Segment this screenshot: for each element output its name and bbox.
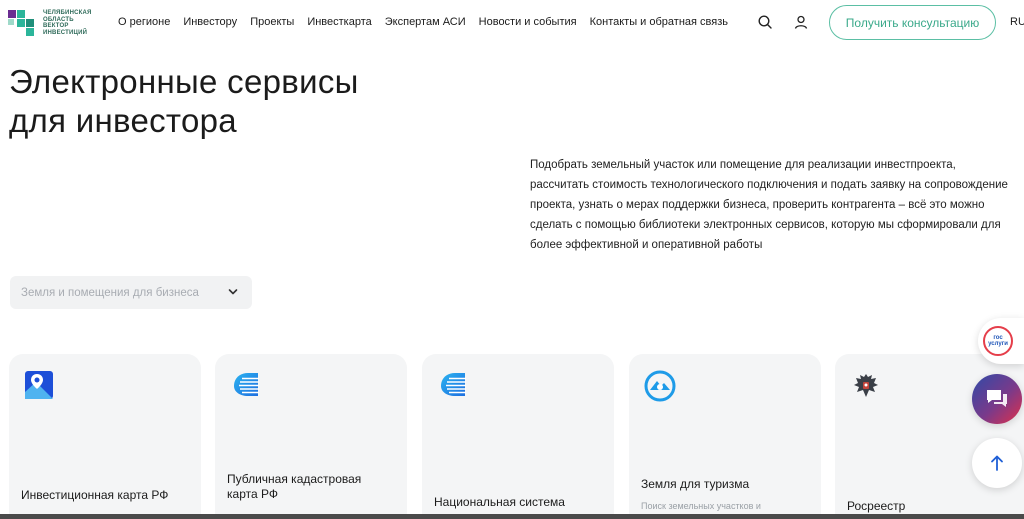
logo[interactable]: ЧЕЛЯБИНСКАЯ ОБЛАСТЬ ВЕКТОР ИНВЕСТИЦИЙ (8, 7, 108, 39)
page-title: Электронные сервисы для инвестора (9, 62, 359, 140)
search-icon[interactable] (757, 14, 773, 30)
user-icon[interactable] (793, 14, 809, 30)
gosuslugi-label: гос услуги (988, 335, 1008, 347)
logo-line: ИНВЕСТИЦИЙ (43, 29, 88, 36)
nav-item-news[interactable]: Новости и события (479, 16, 577, 28)
layers-icon (437, 370, 467, 400)
scroll-top-button[interactable] (972, 438, 1022, 488)
chat-icon (987, 390, 1007, 407)
service-card-title: Инвестиционная карта РФ (21, 488, 169, 502)
get-consultation-button[interactable]: Получить консультацию (829, 5, 996, 40)
service-card-title: Национальная система (434, 495, 565, 509)
gosuslugi-button[interactable]: гос услуги (978, 318, 1024, 364)
service-card-cadastral-map[interactable]: Публичная кадастровая карта РФ (215, 354, 407, 519)
chat-button[interactable] (972, 374, 1022, 424)
service-card-tourism-land[interactable]: Земля для туризма Поиск земельных участк… (629, 354, 821, 519)
nav-item-projects[interactable]: Проекты (250, 16, 294, 28)
logo-line: ЧЕЛЯБИНСКАЯ (43, 10, 92, 16)
service-card-investmap[interactable]: Инвестиционная карта РФ (9, 354, 201, 519)
layers-icon (230, 370, 260, 400)
page-description: Подобрать земельный участок или помещени… (530, 159, 1008, 251)
nav-item-region[interactable]: О регионе (118, 16, 170, 28)
service-card-title: Росреестр (847, 499, 906, 513)
service-card-title: Земля для туризма (641, 477, 750, 491)
site-header: ЧЕЛЯБИНСКАЯ ОБЛАСТЬ ВЕКТОР ИНВЕСТИЦИЙ О … (0, 0, 1024, 44)
category-select-value: Земля и помещения для бизнеса (21, 286, 199, 299)
page-title-line: Электронные сервисы (9, 63, 359, 100)
tourism-icon (644, 370, 676, 402)
window-bottom-edge (0, 514, 1024, 519)
gosuslugi-icon: гос услуги (983, 326, 1013, 356)
logo-mark-icon (8, 10, 34, 36)
arrow-up-icon (991, 455, 1003, 471)
nav-item-asi-experts[interactable]: Экспертам АСИ (385, 16, 466, 28)
map-pin-icon (24, 370, 54, 400)
nav-item-investmap[interactable]: Инвесткарта (307, 16, 371, 28)
main-nav: О регионе Инвестору Проекты Инвесткарта … (118, 16, 728, 28)
page-title-line: для инвестора (9, 102, 237, 139)
nav-item-contacts[interactable]: Контакты и обратная связь (590, 16, 728, 28)
logo-text: ЧЕЛЯБИНСКАЯ ОБЛАСТЬ ВЕКТОР ИНВЕСТИЦИЙ (43, 10, 92, 36)
service-card-national-system[interactable]: Национальная система (422, 354, 614, 519)
nav-item-investor[interactable]: Инвестору (183, 16, 237, 28)
category-select[interactable]: Земля и помещения для бизнеса (10, 276, 252, 309)
emblem-icon (850, 370, 880, 400)
service-card-title: Публичная кадастровая карта РФ (227, 472, 362, 501)
chevron-down-icon (228, 289, 238, 295)
language-switch[interactable]: RU (1010, 16, 1024, 28)
service-card-subtitle: Поиск земельных участков и (641, 501, 761, 511)
